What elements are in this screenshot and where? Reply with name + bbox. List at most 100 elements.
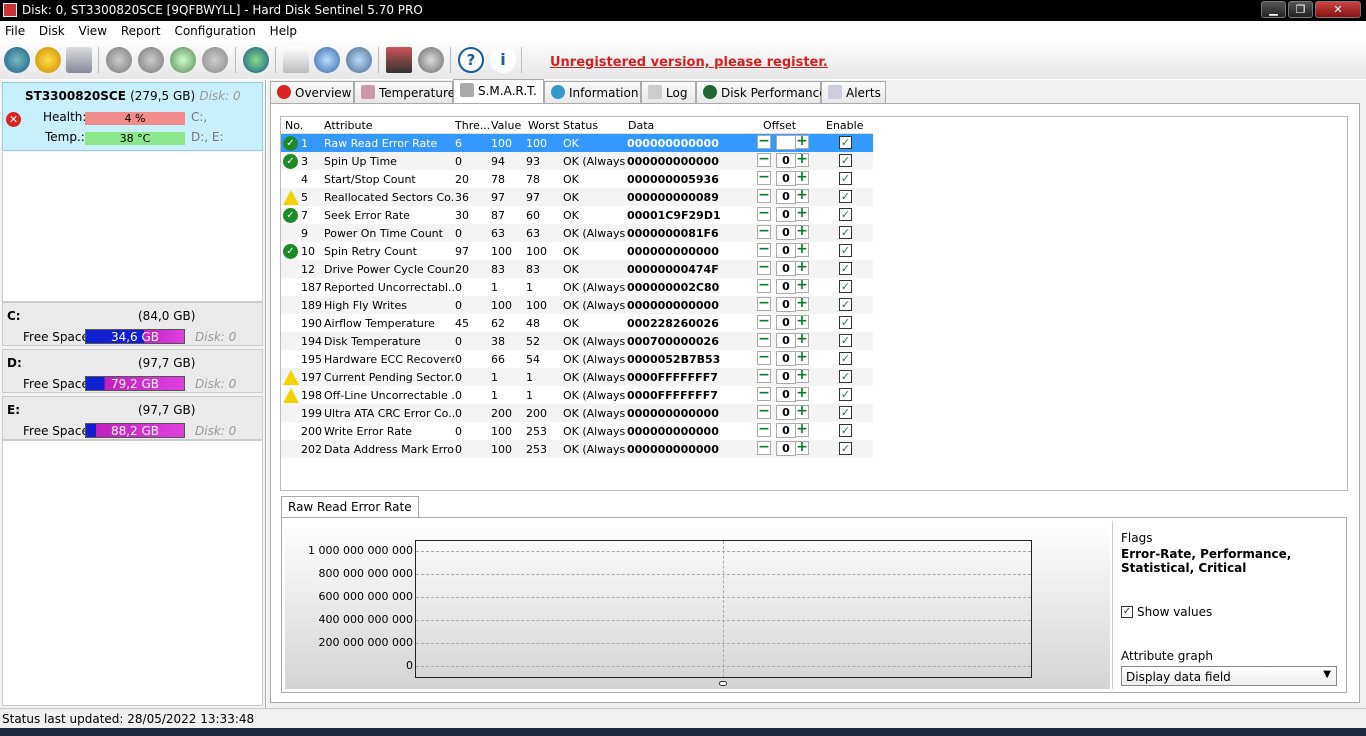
enable-checkbox[interactable]: ✓ [839, 424, 852, 437]
col-status[interactable]: Status [563, 119, 598, 132]
offset-increase-button[interactable]: + [795, 260, 809, 275]
tab-temperature[interactable]: Temperature [354, 81, 455, 103]
hdd-check-icon[interactable] [170, 47, 196, 73]
offset-value[interactable]: 0 [776, 351, 796, 366]
offset-decrease-button[interactable]: − [757, 296, 771, 311]
enable-checkbox[interactable]: ✓ [839, 280, 852, 293]
offset-increase-button[interactable]: + [795, 332, 809, 347]
offset-increase-button[interactable]: + [795, 296, 809, 311]
table-row[interactable]: 190 Airflow Temperature 45 62 48 OK 0002282600… [281, 314, 873, 332]
table-row[interactable]: 198 Off-Line Uncorrectable ... 0 1 1 OK (Alwa… [281, 386, 873, 404]
menu-configuration[interactable]: Configuration [169, 21, 260, 38]
enable-checkbox[interactable]: ✓ [839, 172, 852, 185]
offset-decrease-button[interactable]: − [757, 224, 771, 239]
volume-d[interactable]: D: (97,7 GB) Free Space 79,2 GB Disk: 0 [2, 349, 263, 393]
col-enable[interactable]: Enable [826, 119, 863, 132]
col-attribute[interactable]: Attribute [324, 119, 373, 132]
offset-increase-button[interactable]: + [795, 368, 809, 383]
offset-increase-button[interactable]: + [795, 314, 809, 329]
report-icon[interactable] [283, 47, 309, 73]
offset-increase-button[interactable]: + [795, 350, 809, 365]
unregistered-link[interactable]: Unregistered version, please register. [550, 55, 828, 70]
table-row[interactable]: 5 Reallocated Sectors Co... 36 97 97 OK 000000… [281, 188, 873, 206]
graph-tab[interactable]: Raw Read Error Rate [281, 496, 419, 518]
smart-table[interactable]: No. Attribute Thre... Value Worst Status… [280, 116, 1348, 491]
offset-value[interactable]: 0 [776, 297, 796, 312]
enable-checkbox[interactable]: ✓ [839, 388, 852, 401]
alert-icon[interactable] [35, 47, 61, 73]
offset-value[interactable]: 0 [776, 153, 796, 168]
enable-checkbox[interactable]: ✓ [839, 370, 852, 383]
enable-checkbox[interactable]: ✓ [839, 190, 852, 203]
network-icon[interactable] [346, 47, 372, 73]
offset-increase-button[interactable]: + [795, 440, 809, 455]
sound-icon[interactable] [418, 47, 444, 73]
offset-decrease-button[interactable]: − [757, 206, 771, 221]
tab-smart[interactable]: S.M.A.R.T. [453, 79, 544, 104]
enable-checkbox[interactable]: ✓ [839, 262, 852, 275]
table-row[interactable]: 189High Fly Writes0100100OK (Always...00… [281, 296, 873, 314]
disk-icon[interactable] [66, 47, 92, 73]
table-row[interactable]: ✓3Spin Up Time09493OK (Always...00000000… [281, 152, 873, 170]
offset-value[interactable]: 0 [776, 225, 796, 240]
table-row[interactable]: 197 Current Pending Sector... 0 1 1 OK (Alway… [281, 368, 873, 386]
enable-checkbox[interactable]: ✓ [839, 208, 852, 221]
minimize-button[interactable]: ▁ [1261, 1, 1286, 18]
hdd-tool-icon[interactable] [106, 47, 132, 73]
offset-value[interactable]: 0 [776, 369, 796, 384]
menu-disk[interactable]: Disk [34, 21, 70, 38]
offset-decrease-button[interactable]: − [757, 134, 771, 149]
offset-increase-button[interactable]: + [795, 386, 809, 401]
offset-increase-button[interactable]: + [795, 422, 809, 437]
tab-log[interactable]: Log [641, 81, 696, 103]
attribute-graph-select[interactable]: Display data field ▼ [1121, 666, 1337, 686]
offset-increase-button[interactable]: + [795, 134, 809, 149]
table-row[interactable]: 202 Data Address Mark Errors 0 100 253 OK (Al… [281, 440, 873, 458]
offset-increase-button[interactable]: + [795, 188, 809, 203]
offset-decrease-button[interactable]: − [757, 404, 771, 419]
table-row[interactable]: 199 Ultra ATA CRC Error Co... 0 200 200 OK (A… [281, 404, 873, 422]
col-worst[interactable]: Worst [528, 119, 560, 132]
offset-value[interactable]: 0 [776, 423, 796, 438]
table-row[interactable]: 12 Drive Power Cycle Count 20 83 83 OK 0000000… [281, 260, 873, 278]
enable-checkbox[interactable]: ✓ [839, 316, 852, 329]
offset-value[interactable]: 0 [776, 333, 796, 348]
offset-value[interactable]: 0 [776, 135, 796, 150]
offset-decrease-button[interactable]: − [757, 350, 771, 365]
col-no[interactable]: No. [285, 119, 303, 132]
offset-decrease-button[interactable]: − [757, 188, 771, 203]
enable-checkbox[interactable]: ✓ [839, 352, 852, 365]
offset-increase-button[interactable]: + [795, 170, 809, 185]
enable-checkbox[interactable]: ✓ [839, 154, 852, 167]
offset-value[interactable]: 0 [776, 207, 796, 222]
help-icon[interactable]: ? [458, 47, 484, 73]
table-row[interactable]: 195 Hardware ECC Recovered 0 66 54 OK (Always… [281, 350, 873, 368]
enable-checkbox[interactable]: ✓ [839, 136, 852, 149]
offset-decrease-button[interactable]: − [757, 332, 771, 347]
enable-checkbox[interactable]: ✓ [839, 298, 852, 311]
enable-checkbox[interactable]: ✓ [839, 226, 852, 239]
offset-decrease-button[interactable]: − [757, 386, 771, 401]
tab-information[interactable]: Information [544, 81, 641, 103]
table-row[interactable]: 200Write Error Rate0100253OK (Always...0… [281, 422, 873, 440]
offset-value[interactable]: 0 [776, 315, 796, 330]
offset-value[interactable]: 0 [776, 279, 796, 294]
show-values-checkbox[interactable]: ✓ [1121, 606, 1133, 618]
offset-increase-button[interactable]: + [795, 404, 809, 419]
offset-decrease-button[interactable]: − [757, 314, 771, 329]
menu-report[interactable]: Report [116, 21, 166, 38]
offset-decrease-button[interactable]: − [757, 260, 771, 275]
volume-c[interactable]: C: (84,0 GB) Free Space 34,6 GB Disk: 0 [2, 302, 263, 346]
enable-checkbox[interactable]: ✓ [839, 244, 852, 257]
offset-decrease-button[interactable]: − [757, 278, 771, 293]
table-row[interactable]: ✓ 7 Seek Error Rate 30 87 60 OK 00001C9F29D1−0 +… [281, 206, 873, 224]
disk-card[interactable]: ST3300820SCE (279,5 GB) Disk: 0 ✕ Health… [2, 82, 263, 151]
tab-disk-performance[interactable]: Disk Performance [696, 81, 827, 103]
col-value[interactable]: Value [491, 119, 521, 132]
offset-increase-button[interactable]: + [795, 278, 809, 293]
table-row[interactable]: 194Disk Temperature03852OK (Always...000… [281, 332, 873, 350]
table-row[interactable]: 4 Start/Stop Count 20 78 78 OK 000000005936 −0 +… [281, 170, 873, 188]
offset-value[interactable]: 0 [776, 441, 796, 456]
volume-e[interactable]: E: (97,7 GB) Free Space 88,2 GB Disk: 0 [2, 396, 263, 440]
offset-value[interactable]: 0 [776, 171, 796, 186]
